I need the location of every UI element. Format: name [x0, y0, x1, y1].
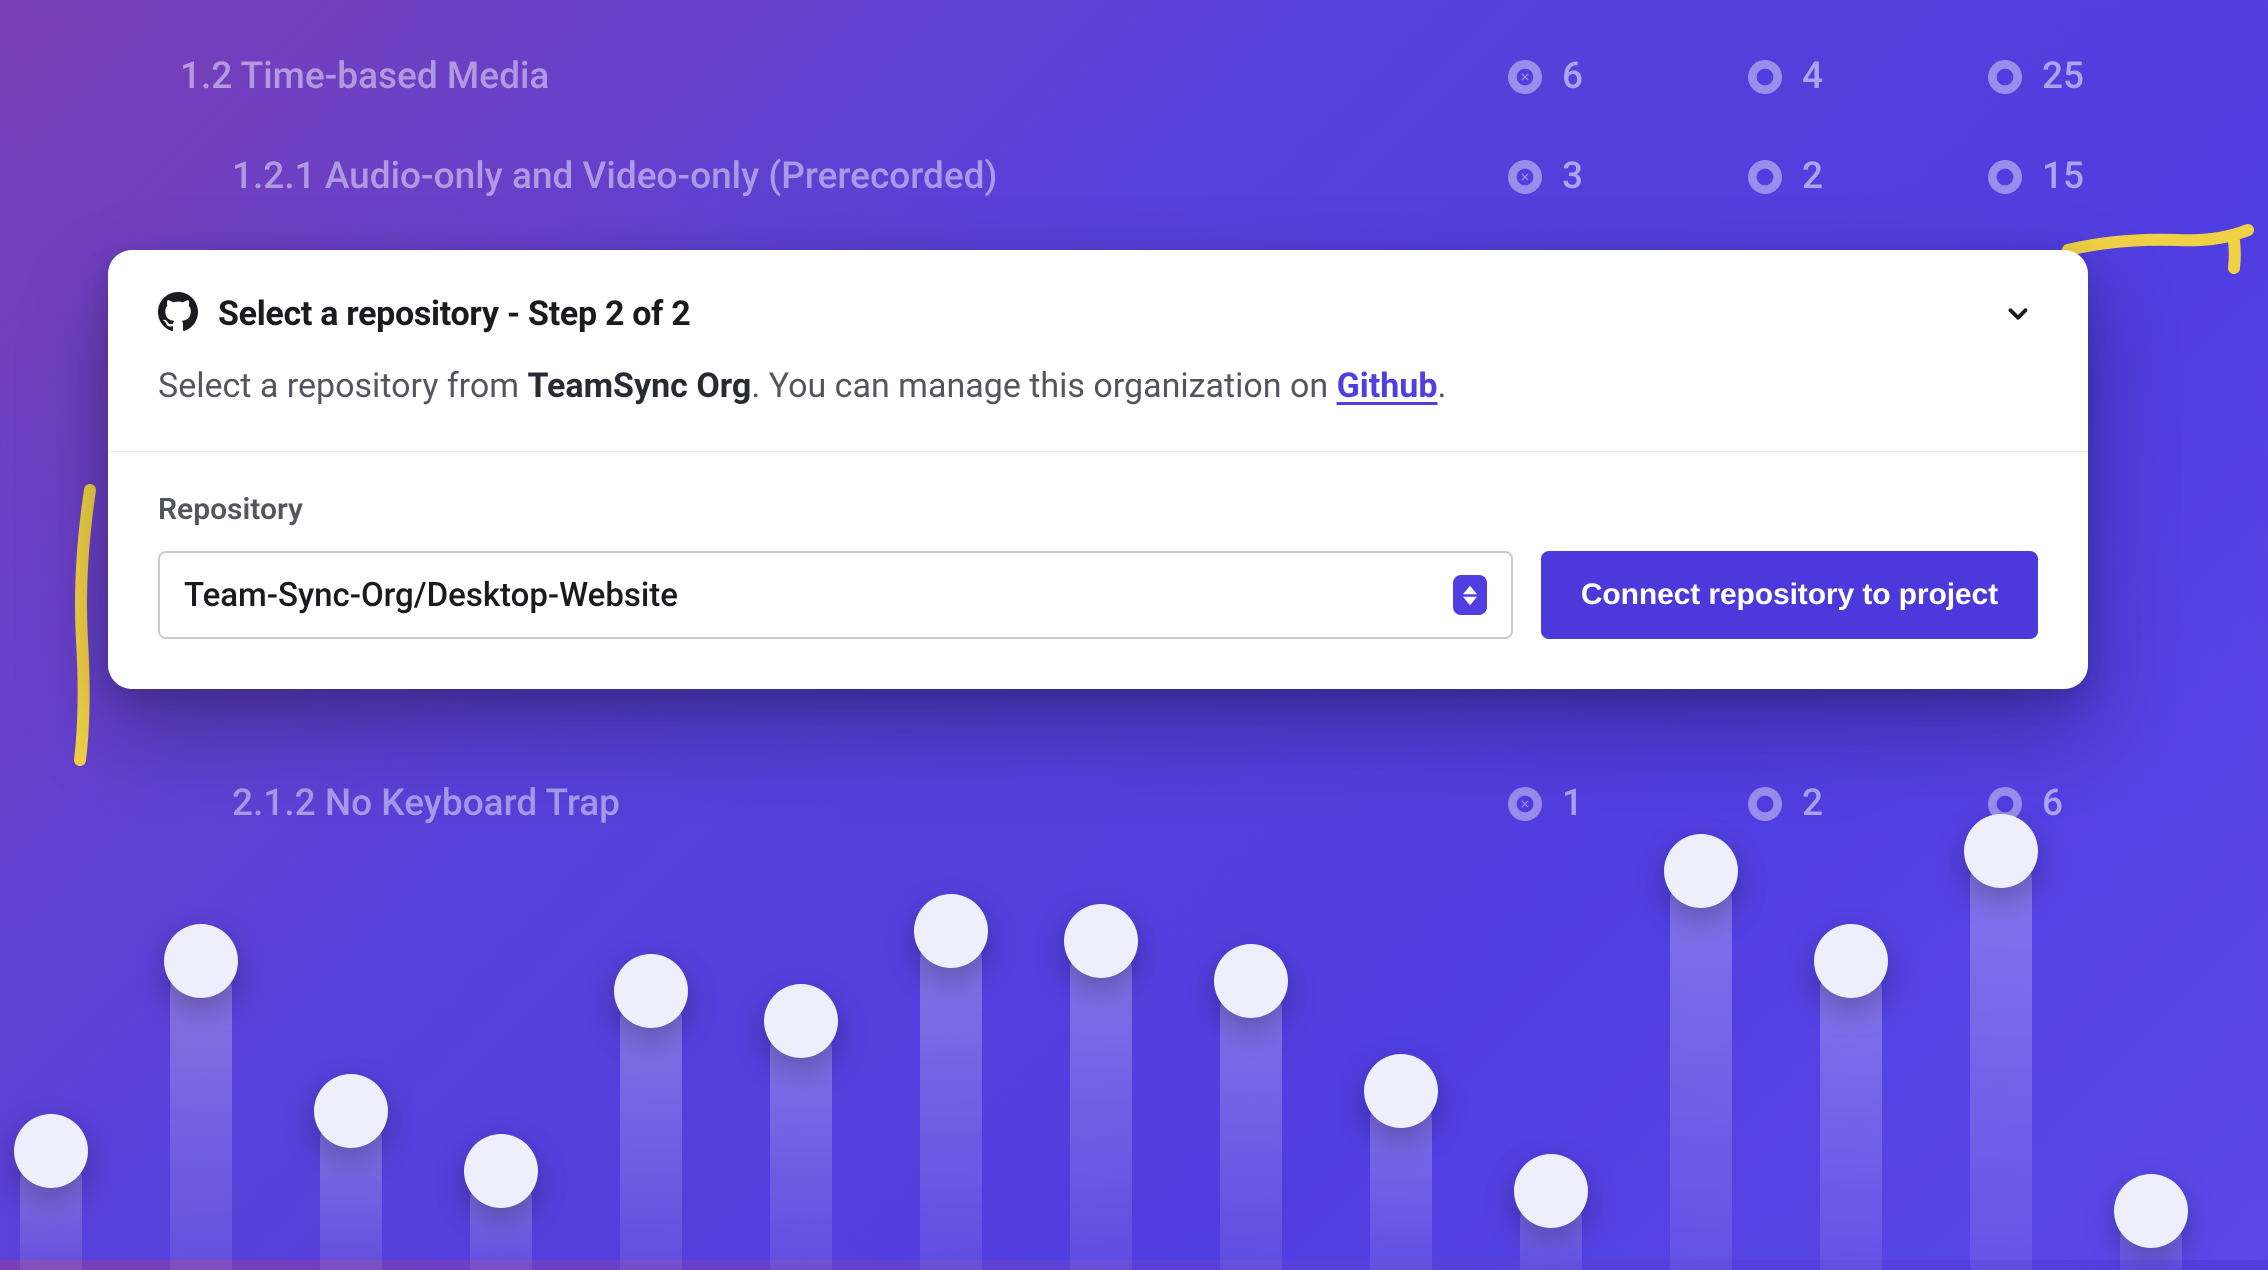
decorative-bar [1520, 1190, 1582, 1270]
decorative-bar [620, 990, 682, 1270]
select-repository-card: Select a repository - Step 2 of 2 Select… [108, 250, 2088, 689]
decorative-bar [920, 930, 982, 1270]
stat-pass: 15 [1988, 155, 2088, 198]
decorative-bar [2120, 1210, 2182, 1270]
warning-icon [1748, 160, 1782, 194]
audit-row: 2.1.2 No Keyboard Trap 1 2 6 [0, 782, 2268, 825]
stat-value: 15 [2042, 155, 2084, 198]
card-description: Select a repository from TeamSync Org. Y… [158, 362, 2038, 411]
stat-err: 6 [1508, 55, 1608, 98]
error-icon [1508, 787, 1542, 821]
decorative-bar [320, 1110, 382, 1270]
stat-pass: 25 [1988, 55, 2088, 98]
stat-pass: 6 [1988, 782, 2088, 825]
audit-row-title: 1.2.1 Audio-only and Video-only (Prereco… [232, 155, 1508, 198]
repository-field-label: Repository [158, 492, 2038, 527]
decorative-bar [20, 1150, 82, 1270]
card-body: Repository Team-Sync-Org/Desktop-Website… [108, 452, 2088, 689]
stat-warn: 2 [1748, 155, 1848, 198]
decorative-bar [1820, 960, 1882, 1270]
audit-row-title: 1.2 Time-based Media [180, 55, 1508, 98]
audit-row-title: 2.1.2 No Keyboard Trap [232, 782, 1508, 825]
stat-value: 2 [1802, 155, 1823, 198]
decorative-bar [1670, 870, 1732, 1270]
stat-err: 1 [1508, 782, 1608, 825]
stat-value: 6 [2042, 782, 2063, 825]
card-title: Select a repository - Step 2 of 2 [218, 294, 690, 334]
decorative-accent-right [2058, 200, 2258, 280]
repository-select[interactable]: Team-Sync-Org/Desktop-Website [158, 551, 1513, 639]
select-stepper-icon [1453, 575, 1487, 615]
stat-value: 1 [1562, 782, 1583, 825]
card-header: Select a repository - Step 2 of 2 Select… [108, 250, 2088, 452]
stat-value: 3 [1562, 155, 1583, 198]
decorative-bars [0, 760, 2268, 1260]
github-icon [158, 292, 198, 336]
audit-row: 1.2.1 Audio-only and Video-only (Prereco… [0, 155, 2268, 198]
stat-value: 4 [1802, 55, 1823, 98]
warning-icon [1748, 787, 1782, 821]
decorative-bar [1970, 850, 2032, 1270]
chevron-down-icon [2003, 299, 2033, 329]
check-icon [1988, 60, 2022, 94]
decorative-bar [1370, 1090, 1432, 1270]
warning-icon [1748, 60, 1782, 94]
check-icon [1988, 787, 2022, 821]
stat-warn: 4 [1748, 55, 1848, 98]
decorative-bar [770, 1020, 832, 1270]
stat-value: 25 [2042, 55, 2084, 98]
decorative-bar [1070, 940, 1132, 1270]
check-icon [1988, 160, 2022, 194]
stat-err: 3 [1508, 155, 1608, 198]
error-icon [1508, 60, 1542, 94]
connect-repository-button[interactable]: Connect repository to project [1541, 551, 2038, 639]
stat-warn: 2 [1748, 782, 1848, 825]
error-icon [1508, 160, 1542, 194]
github-link[interactable]: Github [1337, 366, 1438, 406]
decorative-bar [470, 1170, 532, 1270]
audit-row: 1.2 Time-based Media 6 4 25 [0, 55, 2268, 98]
stat-value: 2 [1802, 782, 1823, 825]
decorative-bar [1220, 980, 1282, 1270]
stat-value: 6 [1562, 55, 1583, 98]
collapse-toggle[interactable] [1998, 294, 2038, 334]
repository-select-value: Team-Sync-Org/Desktop-Website [184, 576, 1453, 615]
decorative-bar [170, 960, 232, 1270]
